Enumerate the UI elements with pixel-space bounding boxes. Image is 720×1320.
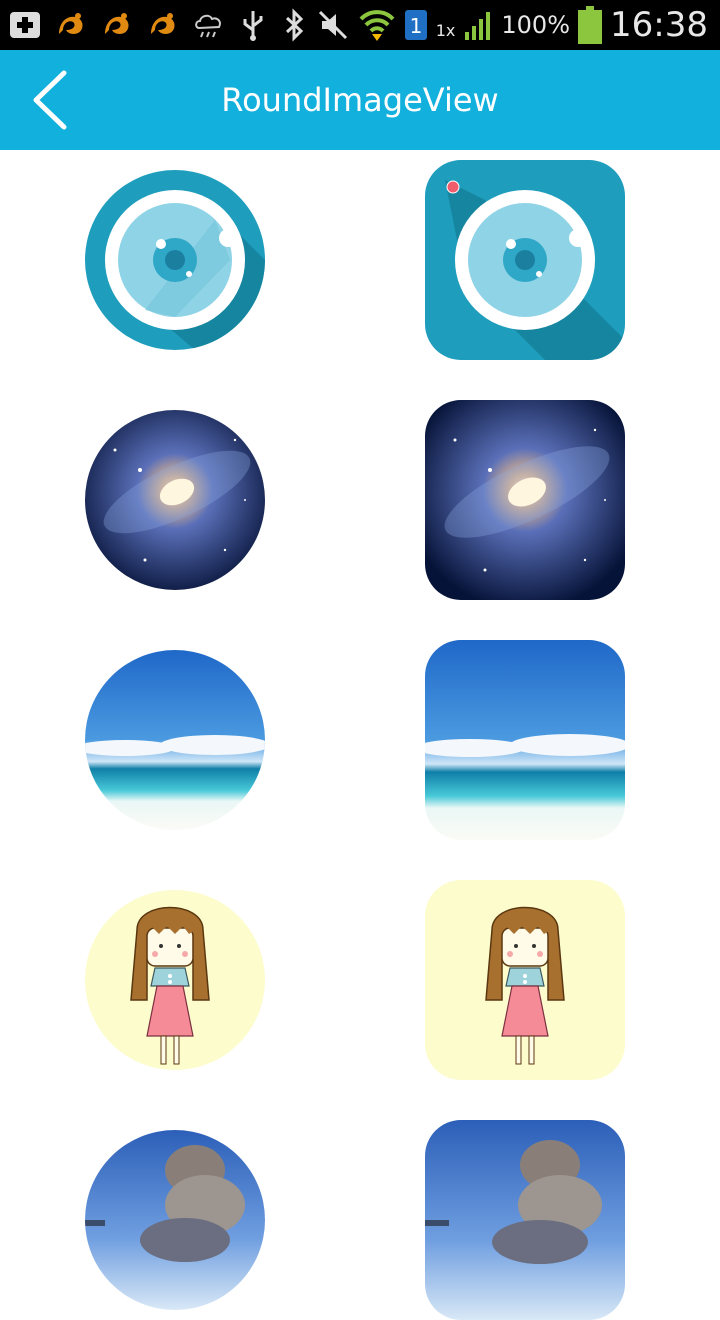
svg-text:1: 1 [409, 14, 422, 38]
image-grid [0, 150, 720, 1320]
galaxy-round-image[interactable] [85, 410, 265, 590]
camera-rounded-square-image[interactable] [425, 160, 625, 360]
battery-percent: 100% [501, 11, 571, 39]
status-bar: 1 1x 100% 16:38 [0, 0, 720, 50]
camera-round-image[interactable] [85, 170, 265, 350]
mute-icon [316, 8, 350, 42]
weather-rain-icon [192, 8, 226, 42]
network-rate: 1x [435, 21, 456, 40]
uc-browser-icon [54, 8, 88, 42]
clouds-round-image[interactable] [85, 1130, 265, 1310]
notification-icons [8, 8, 268, 42]
uc-browser-icon [146, 8, 180, 42]
galaxy-rounded-square-image[interactable] [425, 400, 625, 600]
sim-icon: 1 [404, 8, 428, 42]
uc-browser-icon [100, 8, 134, 42]
app-bar: RoundImageView [0, 50, 720, 150]
add-icon [8, 8, 42, 42]
bluetooth-icon [282, 8, 308, 42]
system-status: 1 1x 100% 16:38 [282, 6, 708, 44]
beach-round-image[interactable] [85, 650, 265, 830]
cartoon-girl-rounded-square-image[interactable] [425, 880, 625, 1080]
clock: 16:38 [610, 5, 708, 45]
wifi-icon [358, 8, 396, 42]
signal-icon [463, 8, 493, 42]
back-button[interactable] [18, 65, 88, 135]
usb-icon [238, 8, 268, 42]
chevron-left-icon [18, 65, 88, 135]
page-title: RoundImageView [221, 81, 499, 119]
cartoon-girl-round-image[interactable] [85, 890, 265, 1070]
clouds-rounded-square-image[interactable] [425, 1120, 625, 1320]
beach-rounded-square-image[interactable] [425, 640, 625, 840]
battery-icon [578, 6, 603, 44]
